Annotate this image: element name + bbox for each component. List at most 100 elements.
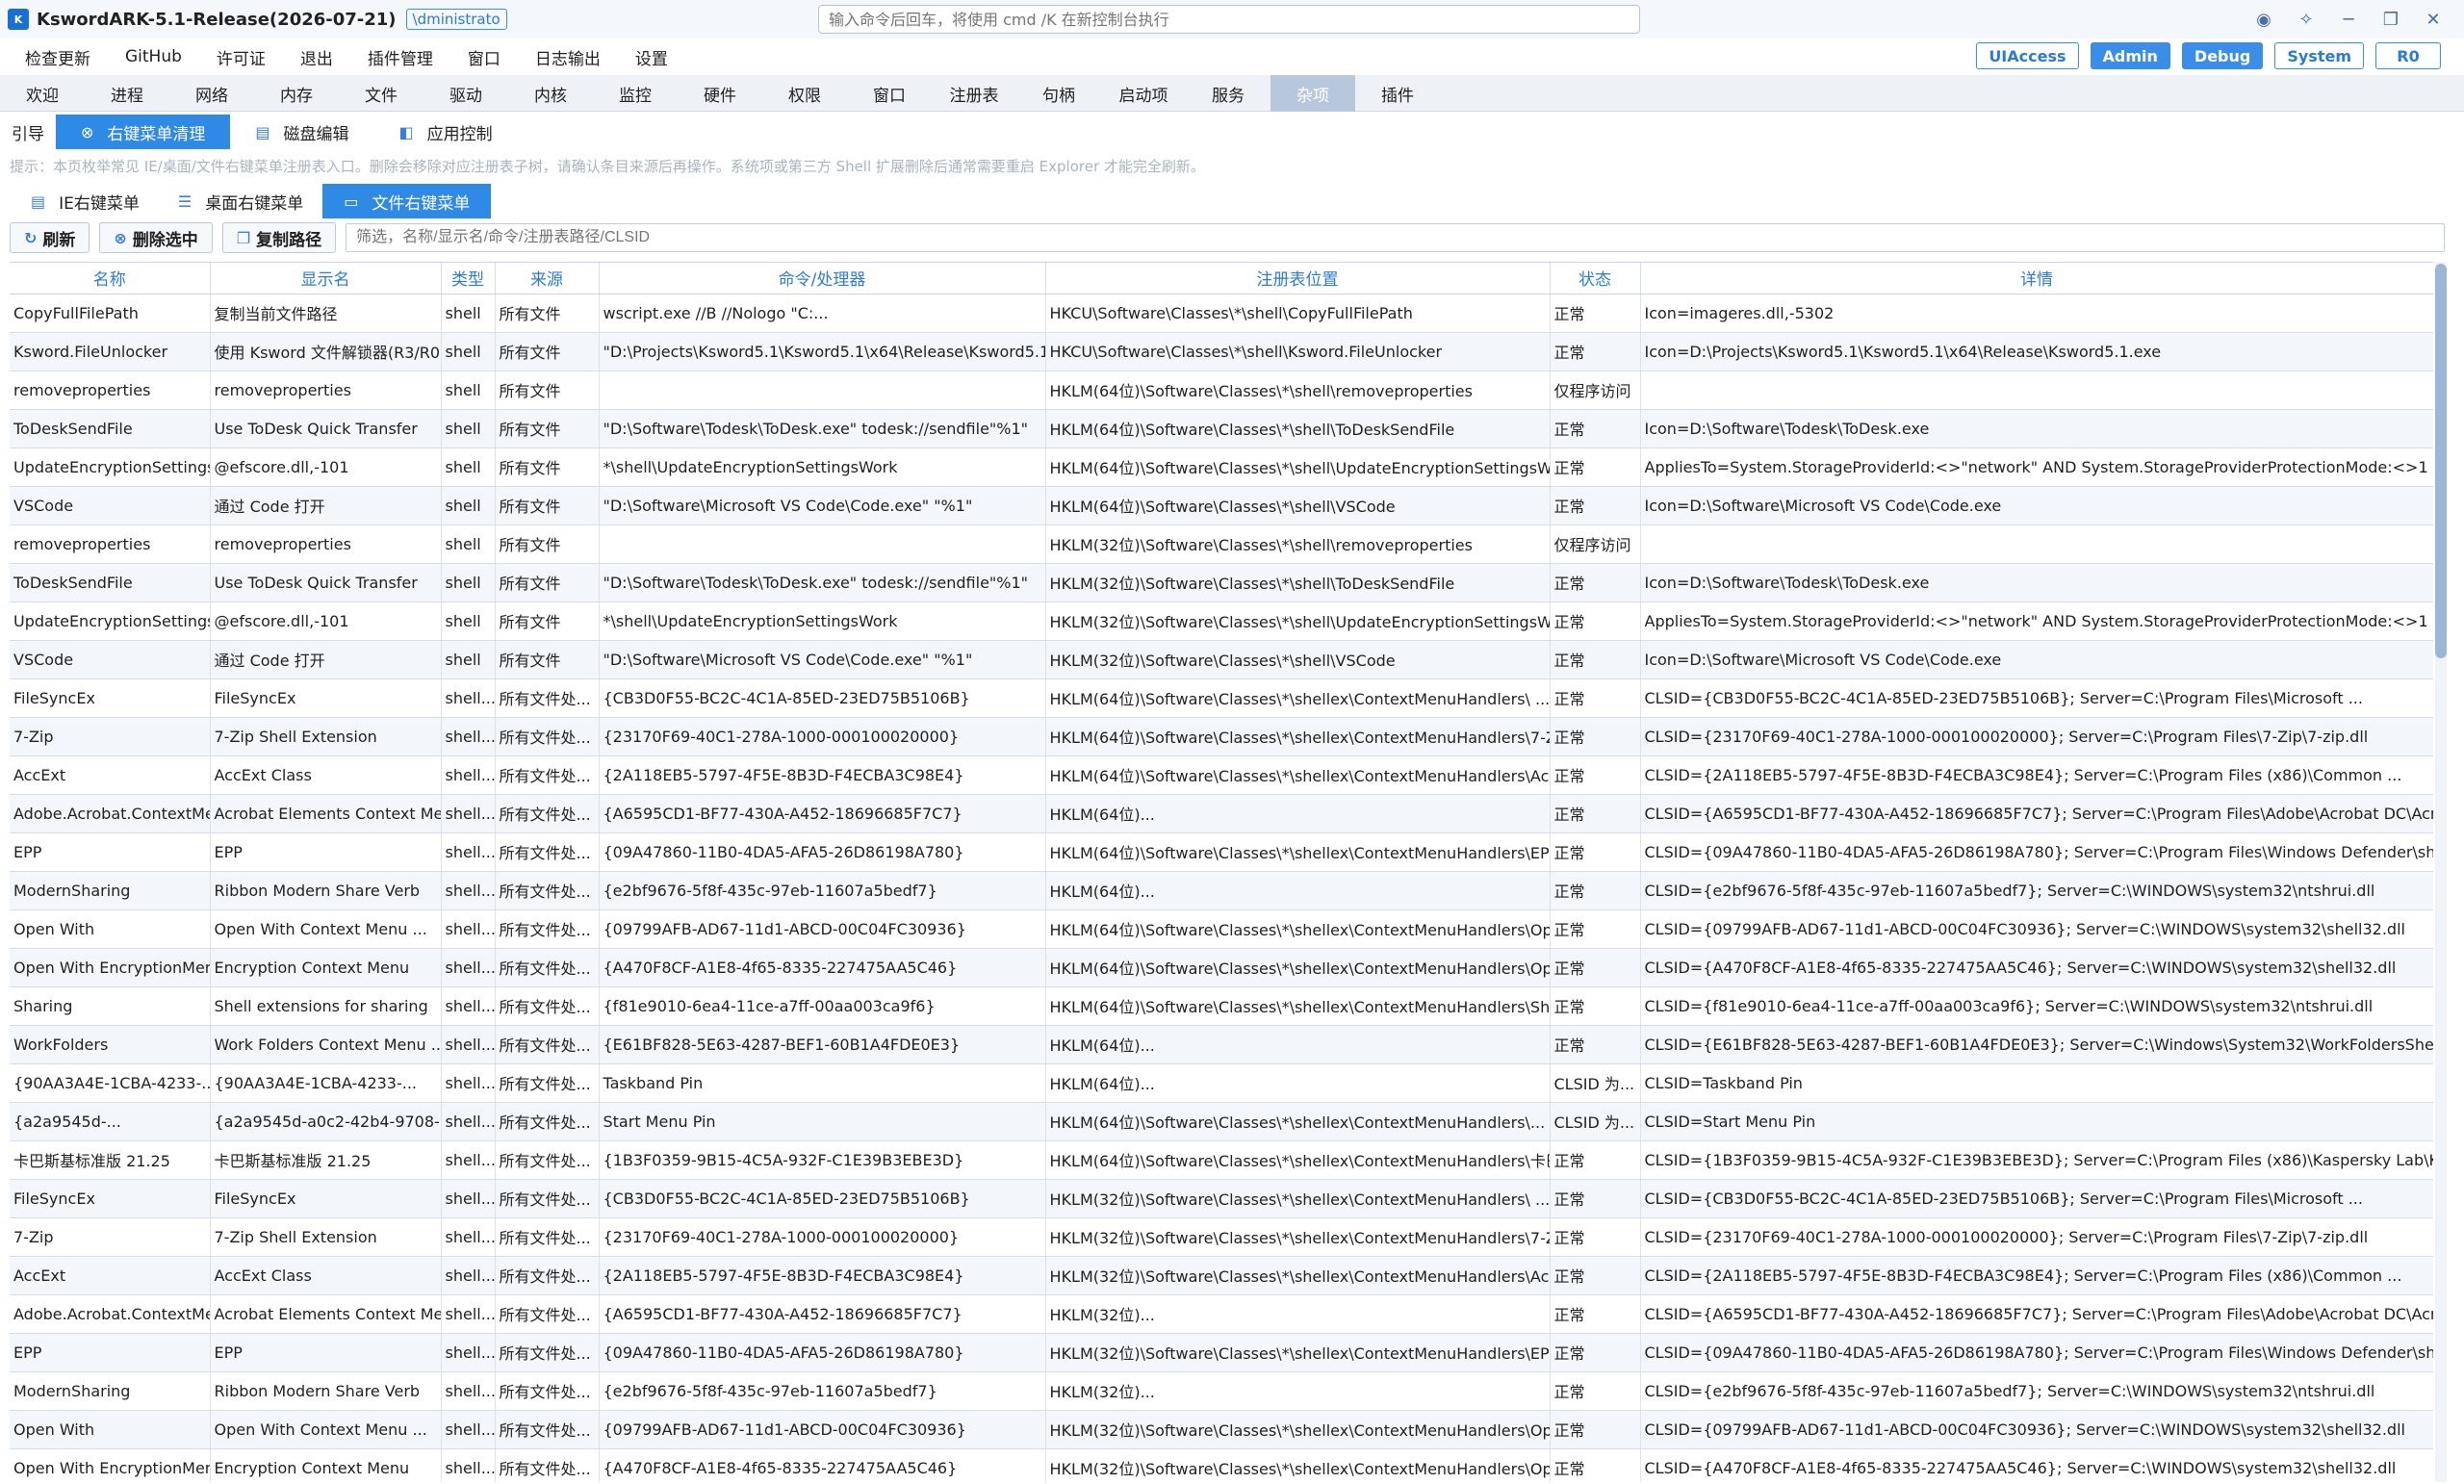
eye-icon[interactable]: ◉ bbox=[2243, 0, 2285, 38]
cell-type: shell... bbox=[441, 1294, 496, 1334]
tab-service[interactable]: 服务 bbox=[1186, 75, 1270, 112]
close-button[interactable]: ✕ bbox=[2412, 0, 2454, 38]
col-details[interactable]: 详情 bbox=[1640, 263, 2433, 294]
cell-command: "D:\Software\Microsoft VS Code\Code.exe"… bbox=[599, 486, 1046, 525]
tab-file-context-menu[interactable]: ▭ 文件右键菜单 bbox=[322, 184, 492, 218]
cell-command: "D:\Projects\Ksword5.1\Ksword5.1\x64\Rel… bbox=[599, 332, 1046, 371]
tab-registry[interactable]: 注册表 bbox=[932, 75, 1016, 112]
table-row[interactable]: ModernSharing Ribbon Modern Share Verb she… bbox=[10, 1371, 2433, 1411]
table-row[interactable]: EPP EPP shell... 所有文件处... {09A47860-11B0-4DA… bbox=[10, 1333, 2433, 1372]
subtab-disk-edit[interactable]: ▤ 磁盘编辑 bbox=[230, 115, 373, 149]
tab-hardware[interactable]: 硬件 bbox=[678, 75, 762, 112]
r0-button[interactable]: R0 bbox=[2375, 42, 2441, 69]
tab-window[interactable]: 窗口 bbox=[847, 75, 932, 112]
subtab-context-menu-cleanup[interactable]: ⊗ 右键菜单清理 bbox=[56, 115, 231, 149]
command-input[interactable] bbox=[818, 5, 1640, 34]
menu-settings[interactable]: 设置 bbox=[618, 38, 685, 75]
table-row[interactable]: 7-Zip 7-Zip Shell Extension shell... 所有文件处.… bbox=[10, 717, 2433, 756]
tab-ie-context-menu[interactable]: ▤ IE右键菜单 bbox=[12, 184, 159, 218]
col-registry-location[interactable]: 注册表位置 bbox=[1045, 263, 1551, 294]
tab-handle[interactable]: 句柄 bbox=[1016, 75, 1101, 112]
system-button[interactable]: System bbox=[2274, 42, 2364, 69]
cell-name: Open With EncryptionMenu bbox=[10, 1448, 211, 1482]
tab-welcome[interactable]: 欢迎 bbox=[0, 75, 85, 112]
table-row[interactable]: {a2a9545d-... {a2a9545d-a0c2-42b4-9708-..… bbox=[10, 1102, 2433, 1141]
table-row[interactable]: CopyFullFilePath 复制当前文件路径 shell 所有文件 wscript… bbox=[10, 294, 2433, 333]
menu-exit[interactable]: 退出 bbox=[283, 38, 350, 75]
debug-button[interactable]: Debug bbox=[2181, 42, 2264, 69]
cell-registry-location: HKLM(32位)\Software\Classes\*\shellex\Con… bbox=[1045, 1217, 1551, 1257]
copy-path-button[interactable]: ❐ 复制路径 bbox=[221, 222, 337, 253]
table-row[interactable]: Open With Open With Context Menu ... shell… bbox=[10, 1410, 2433, 1449]
table-row[interactable]: removeproperties removeproperties shell 所有文… bbox=[10, 371, 2433, 410]
menu-plugin-manager[interactable]: 插件管理 bbox=[350, 38, 450, 75]
table-row[interactable]: Open With EncryptionMenu Encryption Conte… bbox=[10, 1448, 2433, 1482]
table-row[interactable]: UpdateEncryptionSettings... @efscore.dll,… bbox=[10, 448, 2433, 487]
table-row[interactable]: AccExt AccExt Class shell... 所有文件处... {2A118… bbox=[10, 1256, 2433, 1295]
table-row[interactable]: Adobe.Acrobat.ContextMe... Acrobat Elemen… bbox=[10, 794, 2433, 833]
scrollbar-thumb[interactable] bbox=[2435, 264, 2447, 658]
col-status[interactable]: 状态 bbox=[1550, 263, 1641, 294]
tab-network[interactable]: 网络 bbox=[169, 75, 254, 112]
cell-status: 正常 bbox=[1550, 1294, 1641, 1334]
col-name[interactable]: 名称 bbox=[10, 263, 211, 294]
col-display-name[interactable]: 显示名 bbox=[210, 263, 442, 294]
col-command[interactable]: 命令/处理器 bbox=[599, 263, 1046, 294]
table-row[interactable]: ToDeskSendFile Use ToDesk Quick Transfer s… bbox=[10, 563, 2433, 602]
table-row[interactable]: {90AA3A4E-1CBA-4233-... {90AA3A4E-1CBA-42… bbox=[10, 1063, 2433, 1103]
table-row[interactable]: ModernSharing Ribbon Modern Share Verb she… bbox=[10, 871, 2433, 910]
tab-misc[interactable]: 杂项 bbox=[1270, 75, 1355, 112]
table-row[interactable]: VSCode 通过 Code 打开 shell 所有文件 "D:\Software\Mi… bbox=[10, 640, 2433, 679]
table-row[interactable]: FileSyncEx FileSyncEx shell... 所有文件处... {CB3… bbox=[10, 678, 2433, 718]
table-row[interactable]: Open With Open With Context Menu ... shell… bbox=[10, 909, 2433, 949]
table-row[interactable]: UpdateEncryptionSettings... @efscore.dll,… bbox=[10, 601, 2433, 641]
table-row[interactable]: 7-Zip 7-Zip Shell Extension shell... 所有文件处.… bbox=[10, 1217, 2433, 1257]
subtab-boot[interactable]: 引导 bbox=[0, 115, 56, 149]
delete-selected-button[interactable]: ⊗ 删除选中 bbox=[99, 222, 213, 253]
cell-registry-location: HKLM(64位)\Software\Classes\*\shellex\Con… bbox=[1045, 1102, 1551, 1141]
table-row[interactable]: EPP EPP shell... 所有文件处... {09A47860-11B0-4DA… bbox=[10, 832, 2433, 872]
cell-display-name: Encryption Context Menu bbox=[210, 948, 442, 987]
cell-name: 7-Zip bbox=[10, 1217, 211, 1257]
tab-memory[interactable]: 内存 bbox=[254, 75, 339, 112]
pin-icon[interactable]: ✧ bbox=[2285, 0, 2327, 38]
tab-process[interactable]: 进程 bbox=[85, 75, 169, 112]
admin-button[interactable]: Admin bbox=[2090, 42, 2170, 69]
tab-file[interactable]: 文件 bbox=[339, 75, 424, 112]
menu-github[interactable]: GitHub bbox=[108, 38, 199, 75]
restore-button[interactable]: ❐ bbox=[2370, 0, 2412, 38]
table-row[interactable]: Adobe.Acrobat.ContextMe... Acrobat Elemen… bbox=[10, 1294, 2433, 1334]
col-source[interactable]: 来源 bbox=[495, 263, 600, 294]
table-row[interactable]: WorkFolders Work Folders Context Menu ...… bbox=[10, 1025, 2433, 1064]
table-row[interactable]: ToDeskSendFile Use ToDesk Quick Transfer s… bbox=[10, 409, 2433, 448]
user-badge: \dministrato bbox=[405, 9, 507, 30]
cell-details: CLSID={A470F8CF-A1E8-4f65-8335-227475AA5… bbox=[1640, 948, 2433, 987]
table-row[interactable]: 卡巴斯基标准版 21.25 卡巴斯基标准版 21.25 shell... 所有文件处.… bbox=[10, 1140, 2433, 1180]
menu-log-output[interactable]: 日志输出 bbox=[518, 38, 618, 75]
menu-license[interactable]: 许可证 bbox=[199, 38, 283, 75]
tab-monitor[interactable]: 监控 bbox=[593, 75, 678, 112]
table-row[interactable]: removeproperties removeproperties shell 所有文… bbox=[10, 525, 2433, 564]
uiaccess-button[interactable]: UIAccess bbox=[1976, 42, 2079, 69]
table-row[interactable]: FileSyncEx FileSyncEx shell... 所有文件处... {CB3… bbox=[10, 1179, 2433, 1218]
menu-window[interactable]: 窗口 bbox=[450, 38, 518, 75]
tab-desktop-context-menu[interactable]: ☰ 桌面右键菜单 bbox=[159, 184, 322, 218]
table-row[interactable]: Ksword.FileUnlocker 使用 Ksword 文件解锁器(R3/R0… bbox=[10, 332, 2433, 371]
table-row[interactable]: VSCode 通过 Code 打开 shell 所有文件 "D:\Software\Mi… bbox=[10, 486, 2433, 525]
tab-kernel[interactable]: 内核 bbox=[508, 75, 593, 112]
subtab-app-control[interactable]: ◧ 应用控制 bbox=[374, 115, 518, 149]
menu-check-update[interactable]: 检查更新 bbox=[0, 38, 108, 75]
tab-privilege[interactable]: 权限 bbox=[762, 75, 847, 112]
table-row[interactable]: Open With EncryptionMenu Encryption Conte… bbox=[10, 948, 2433, 987]
col-type[interactable]: 类型 bbox=[441, 263, 496, 294]
table-row[interactable]: AccExt AccExt Class shell... 所有文件处... {2A118… bbox=[10, 755, 2433, 795]
table-row[interactable]: Sharing Shell extensions for sharing shell… bbox=[10, 986, 2433, 1026]
cell-source: 所有文件 bbox=[495, 332, 600, 371]
refresh-button[interactable]: ↻ 刷新 bbox=[10, 222, 90, 253]
tab-startup[interactable]: 启动项 bbox=[1101, 75, 1186, 112]
tab-driver[interactable]: 驱动 bbox=[424, 75, 508, 112]
minimize-button[interactable]: ─ bbox=[2327, 0, 2370, 38]
cell-registry-location: HKLM(32位)\Software\Classes\*\shellex\Con… bbox=[1045, 1256, 1551, 1295]
tab-plugin[interactable]: 插件 bbox=[1355, 75, 1440, 112]
filter-input[interactable] bbox=[346, 223, 2445, 252]
